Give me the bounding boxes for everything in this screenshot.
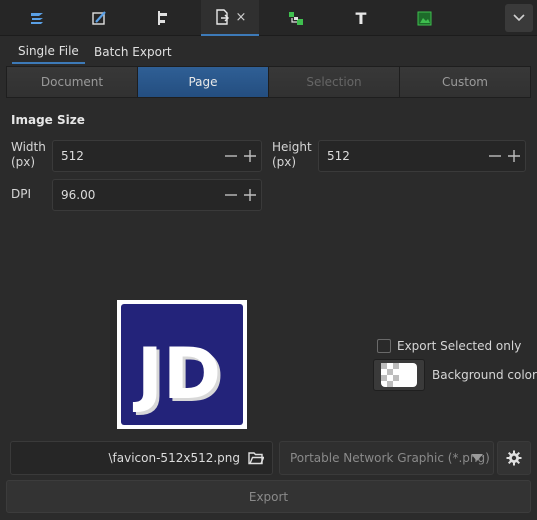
- decrement-icon[interactable]: [223, 188, 238, 203]
- preview-logo: JD JD: [121, 304, 243, 425]
- dpi-label: DPI: [11, 187, 32, 201]
- export-settings-button[interactable]: [497, 441, 531, 475]
- text-font-icon: T: [355, 8, 367, 28]
- decrement-icon[interactable]: [487, 149, 502, 164]
- transparent-swatch-icon: [381, 363, 417, 387]
- area-page-button[interactable]: Page: [138, 67, 269, 97]
- height-spinbox[interactable]: 512: [318, 140, 526, 172]
- fill-stroke-icon: [91, 10, 106, 25]
- tab-layers[interactable]: [16, 0, 58, 36]
- dpi-input[interactable]: 96.00: [53, 188, 223, 202]
- width-label: Width (px): [11, 140, 46, 169]
- tab-text-font[interactable]: T: [340, 0, 382, 36]
- increment-icon[interactable]: [506, 149, 521, 164]
- close-tab-icon[interactable]: ×: [236, 10, 247, 25]
- export-document-icon: [215, 9, 229, 25]
- height-label: Height (px): [272, 140, 312, 169]
- layers-icon: [31, 13, 43, 24]
- height-input[interactable]: 512: [319, 149, 487, 163]
- logo-text: JD: [133, 333, 221, 415]
- decrement-icon[interactable]: [223, 149, 238, 164]
- tab-image[interactable]: [403, 0, 445, 36]
- increment-icon[interactable]: [242, 149, 257, 164]
- background-color-row: Background color: [373, 359, 537, 391]
- export-area-selector: Document Page Selection Custom: [6, 66, 531, 98]
- dock-tab-bar: × T: [0, 0, 537, 36]
- export-selected-only-row[interactable]: Export Selected only: [377, 339, 521, 353]
- chevron-down-icon: [513, 14, 525, 22]
- file-format-select[interactable]: Portable Network Graphic (*.png): [279, 441, 494, 475]
- folder-open-icon[interactable]: [248, 451, 264, 465]
- background-color-label: Background color: [432, 368, 537, 382]
- tab-single-file[interactable]: Single File: [12, 40, 85, 64]
- gear-icon: [506, 450, 522, 466]
- tab-align-distribute[interactable]: [142, 0, 184, 36]
- increment-icon[interactable]: [242, 188, 257, 203]
- align-distribute-icon: [158, 11, 167, 25]
- tab-export[interactable]: ×: [201, 0, 259, 36]
- area-custom-button[interactable]: Custom: [400, 67, 530, 97]
- dock-menu-button[interactable]: [505, 4, 533, 32]
- filename-field[interactable]: \favicon-512x512.png: [10, 441, 273, 475]
- filename-input[interactable]: \favicon-512x512.png: [109, 451, 241, 465]
- width-input[interactable]: 512: [53, 149, 223, 163]
- area-selection-button[interactable]: Selection: [269, 67, 400, 97]
- background-color-button[interactable]: [373, 359, 425, 391]
- dropdown-arrow-icon: [471, 454, 483, 461]
- file-format-value: Portable Network Graphic (*.png): [290, 451, 490, 465]
- xml-editor-icon: [289, 12, 303, 25]
- tab-batch-export[interactable]: Batch Export: [88, 40, 178, 64]
- width-spinbox[interactable]: 512: [52, 140, 262, 172]
- area-document-button[interactable]: Document: [7, 67, 138, 97]
- export-preview: JD JD: [117, 300, 247, 429]
- dpi-spinbox[interactable]: 96.00: [52, 179, 262, 211]
- image-size-heading: Image Size: [11, 113, 85, 127]
- image-icon: [417, 11, 431, 25]
- tab-xml-editor[interactable]: [275, 0, 317, 36]
- tab-fill-stroke[interactable]: [78, 0, 120, 36]
- export-mode-tabs: Single File Batch Export: [0, 38, 537, 66]
- export-button[interactable]: Export: [6, 480, 531, 513]
- export-selected-only-label: Export Selected only: [397, 339, 522, 353]
- export-selected-only-checkbox[interactable]: [377, 339, 391, 353]
